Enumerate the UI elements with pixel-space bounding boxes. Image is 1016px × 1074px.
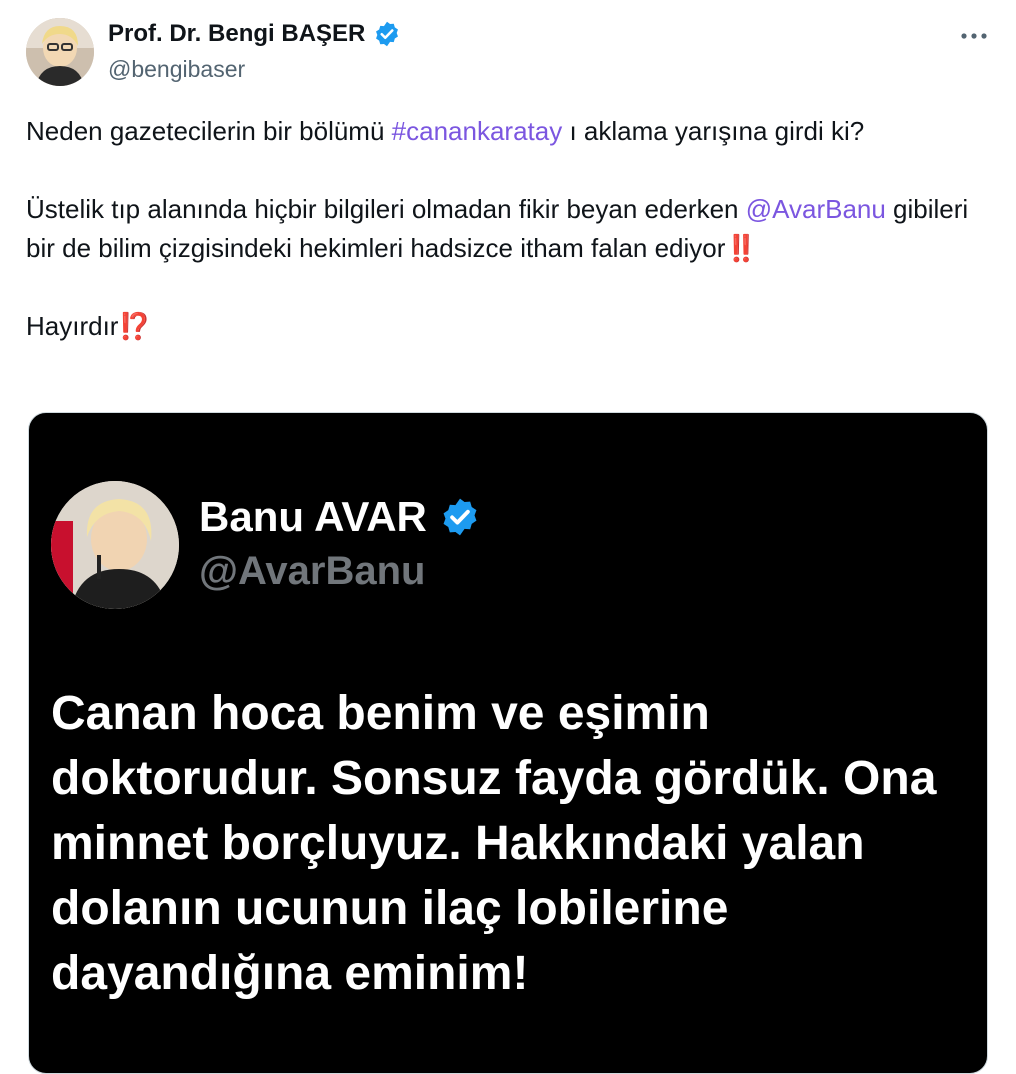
profile-photo-icon <box>26 18 94 86</box>
more-options-button[interactable] <box>952 18 996 54</box>
tweet-paragraph-3: Hayırdır⁉️ <box>26 311 151 341</box>
verified-badge-icon <box>376 21 399 47</box>
author-handle[interactable]: @bengibaser <box>108 56 245 83</box>
profile-photo-icon <box>51 481 179 609</box>
tweet-text: Neden gazetecilerin bir bölümü #canankar… <box>26 112 986 346</box>
embedded-avatar <box>51 481 179 609</box>
embedded-media-card[interactable]: Banu AVAR @AvarBanu Canan hoca benim ve … <box>28 412 988 1074</box>
embedded-author-name: Banu AVAR <box>199 493 481 541</box>
mention-link[interactable]: @AvarBanu <box>746 194 886 224</box>
more-options-icon <box>961 33 987 39</box>
verified-badge-icon <box>443 498 477 536</box>
double-exclamation-icon: ‼️ <box>725 233 757 263</box>
embedded-tweet-text: Canan hoca benim ve eşimin doktorudur. S… <box>51 687 937 1000</box>
tweet-paragraph-2: Üstelik tıp alanında hiçbir bilgileri ol… <box>26 194 969 263</box>
exclamation-question-icon: ⁉️ <box>118 311 150 341</box>
author-name[interactable]: Prof. Dr. Bengi BAŞER <box>108 20 401 48</box>
author-avatar[interactable] <box>26 18 94 86</box>
hashtag-link[interactable]: #canankaratay <box>392 116 563 146</box>
tweet-line-1: Neden gazetecilerin bir bölümü #canankar… <box>26 116 865 146</box>
embedded-author-handle: @AvarBanu <box>199 549 426 593</box>
embedded-author-name-text: Banu AVAR <box>199 493 427 540</box>
author-name-text: Prof. Dr. Bengi BAŞER <box>108 20 366 47</box>
